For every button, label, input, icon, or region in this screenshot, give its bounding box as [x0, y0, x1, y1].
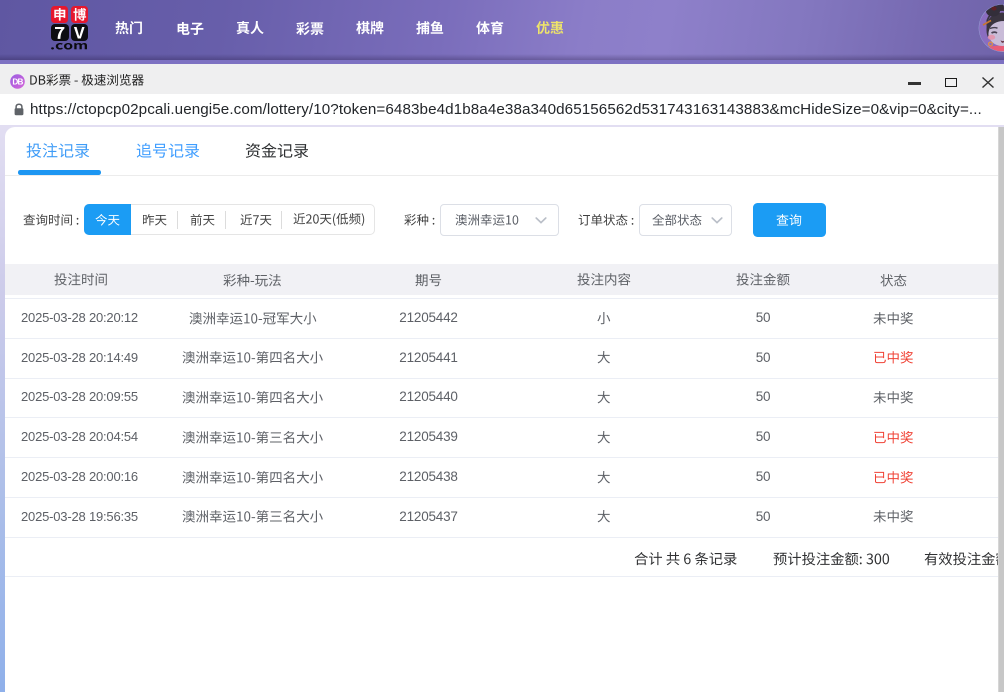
svg-text:DB: DB: [12, 77, 23, 86]
